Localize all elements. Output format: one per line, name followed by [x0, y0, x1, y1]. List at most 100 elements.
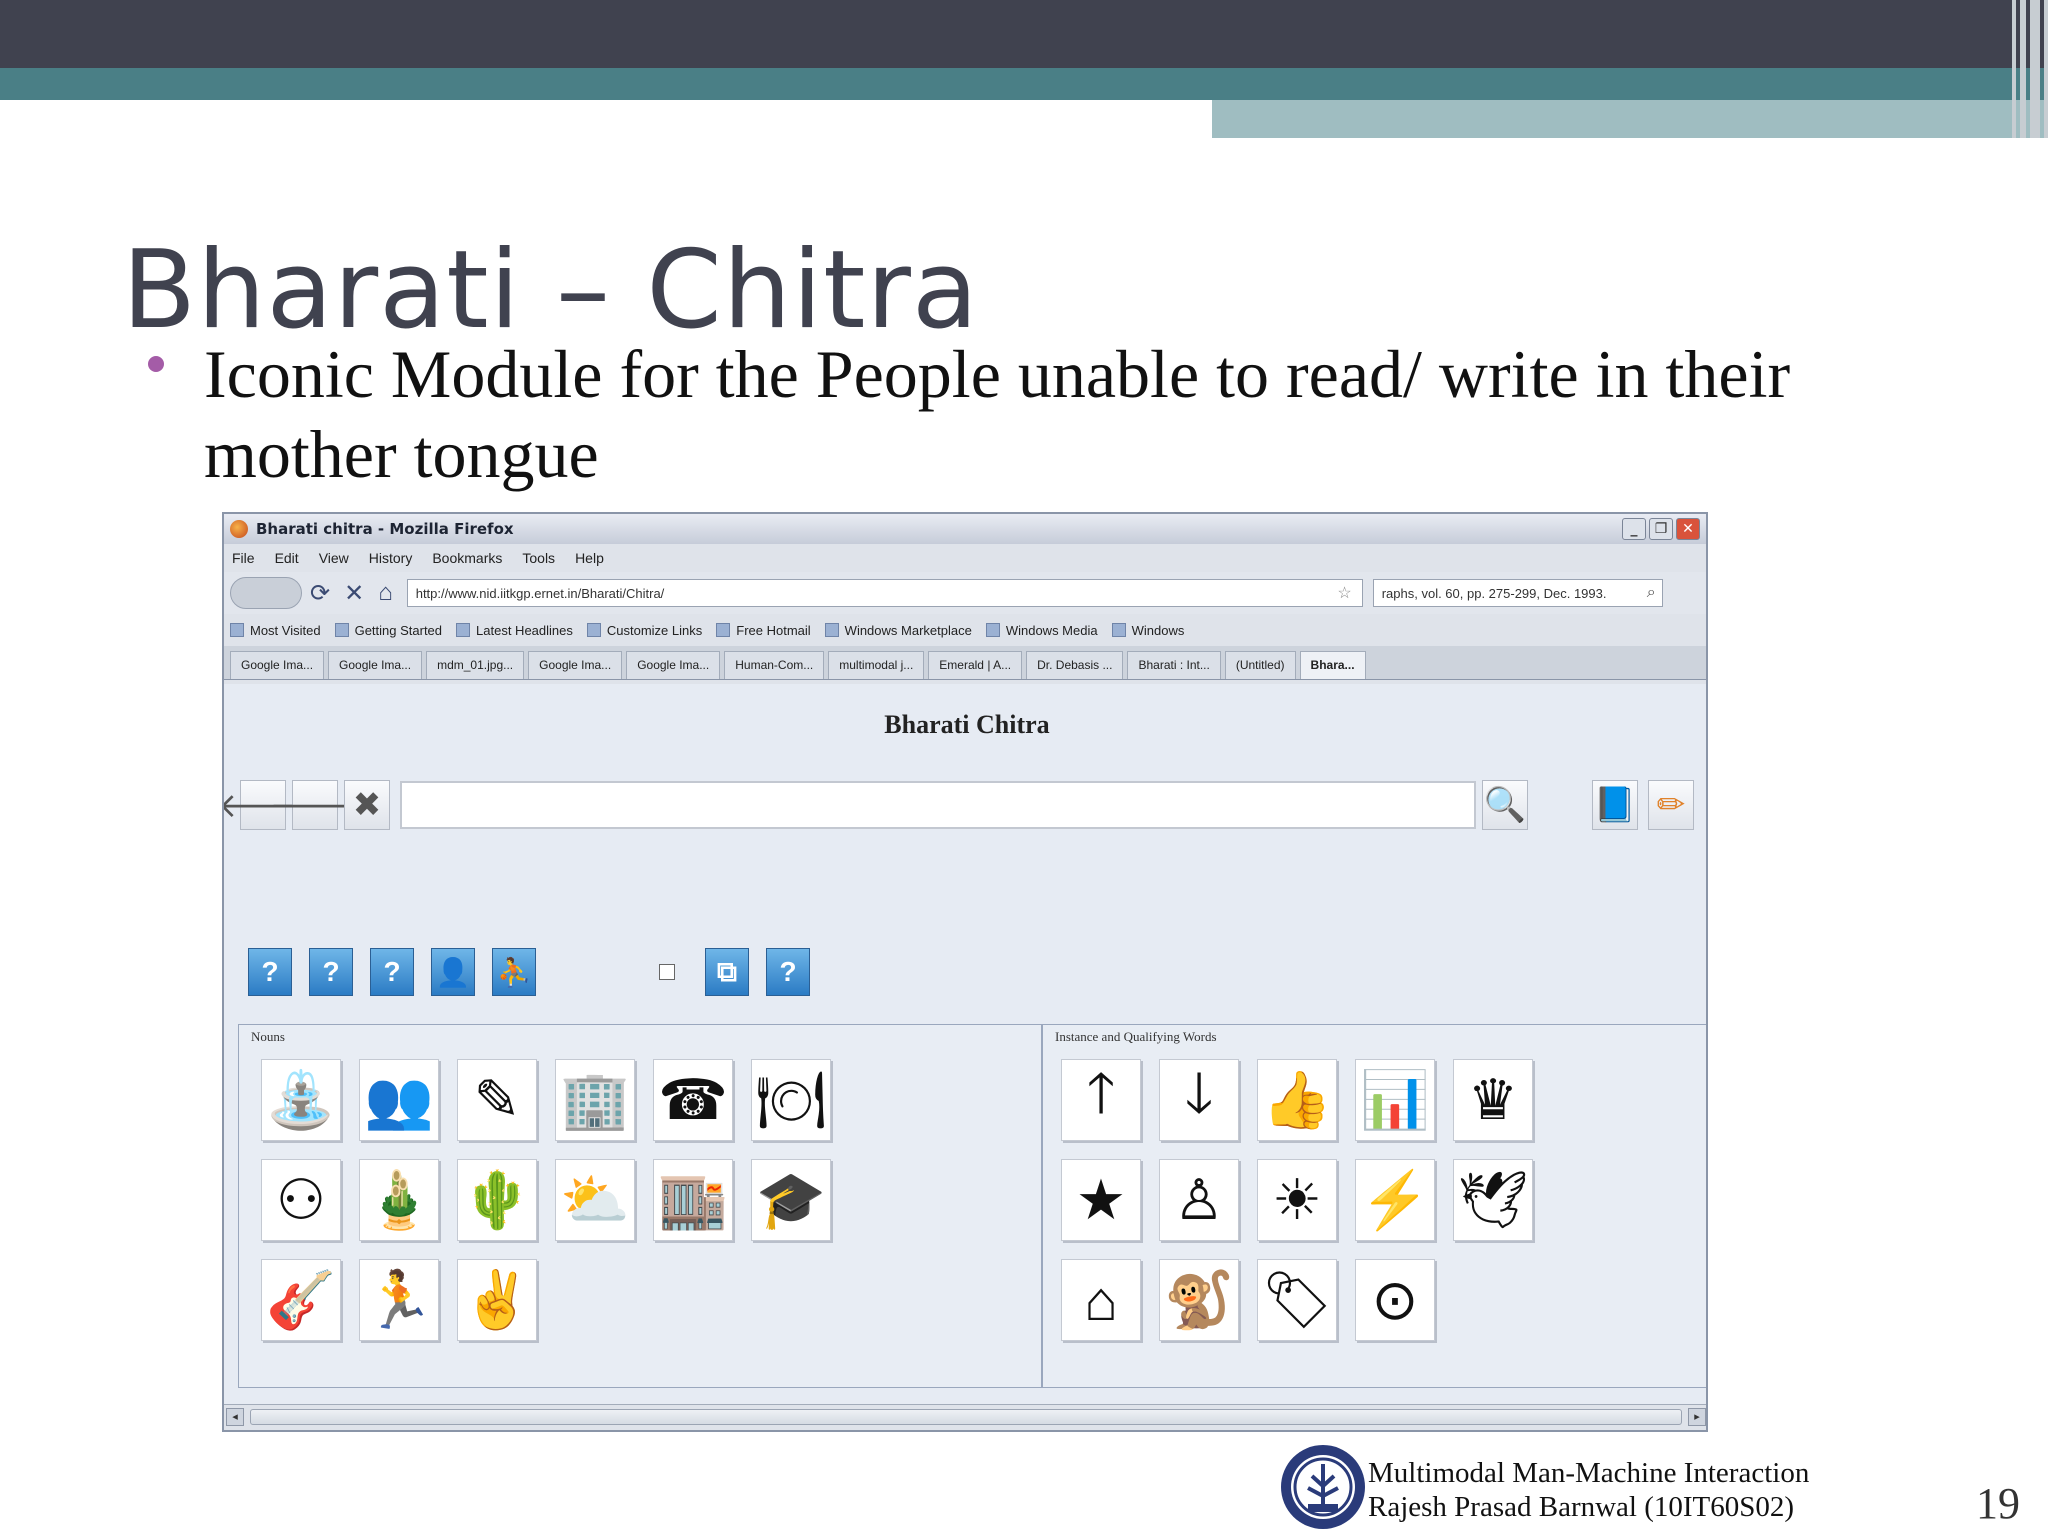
menu-view[interactable]: View — [319, 550, 349, 566]
city-icon[interactable]: 🏬 — [653, 1159, 733, 1241]
bookmark-icon — [1111, 623, 1126, 637]
bird-icon[interactable]: 🕊 — [1453, 1159, 1533, 1241]
message-input[interactable] — [400, 781, 1476, 829]
people-icon[interactable]: 👥 — [359, 1059, 439, 1141]
url-bar[interactable]: http://www.nid.iitkgp.ernet.in/Bharati/C… — [406, 579, 1363, 607]
bookmark-label: Windows — [1131, 622, 1185, 638]
map-category-icon[interactable]: ? — [309, 948, 353, 996]
browser-tab[interactable]: Google Ima... — [528, 651, 623, 679]
reload-icon[interactable]: ⟳ — [310, 579, 330, 608]
worship-icon[interactable]: 🎍 — [359, 1159, 439, 1241]
building-icon[interactable]: 🏢 — [555, 1059, 635, 1141]
bookmark-item[interactable]: Windows — [1111, 622, 1185, 638]
search-button[interactable]: 🔍 — [1482, 780, 1528, 830]
bookmark-star-icon[interactable]: ☆ — [1337, 583, 1351, 603]
browser-tab[interactable]: multimodal j... — [828, 651, 925, 679]
menu-history[interactable]: History — [369, 550, 413, 566]
music-icon[interactable]: 🎸 — [261, 1259, 341, 1341]
clear-button[interactable]: ✖ — [344, 780, 390, 830]
slide-accent-light — [1212, 100, 2048, 138]
bookmark-item[interactable]: Windows Media — [985, 623, 1098, 638]
close-button[interactable]: ✕ — [1676, 518, 1700, 540]
browser-tab[interactable]: Human-Com... — [724, 651, 825, 679]
desert-icon[interactable]: 🌵 — [457, 1159, 537, 1241]
help-category-icon[interactable]: ? — [248, 948, 292, 996]
gesture-icon[interactable]: ✌ — [457, 1259, 537, 1341]
bookmark-item[interactable]: Most Visited — [230, 623, 321, 638]
writing-icon[interactable]: ✎ — [457, 1059, 537, 1141]
window-controls: _ ❐ ✕ — [1619, 518, 1700, 540]
menu-tools[interactable]: Tools — [522, 550, 555, 566]
minimize-button[interactable]: _ — [1622, 518, 1646, 540]
scroll-thumb[interactable] — [250, 1409, 1682, 1425]
bookmark-item[interactable]: Windows Marketplace — [824, 623, 972, 638]
menu-file[interactable]: File — [232, 550, 255, 566]
page-content: Bharati Chitra 🡐 🡒 ✖ 🔍 📘 ✏ ? ? ? 👤 ⛹ ⧉ ?… — [224, 684, 1706, 1404]
home-icon[interactable]: ⌂ — [378, 579, 393, 607]
statue-icon[interactable]: ♙ — [1159, 1159, 1239, 1241]
network-category-icon[interactable]: ⧉ — [705, 948, 749, 996]
scroll-left-icon[interactable]: ◂ — [226, 1408, 244, 1426]
back-forward-button[interactable] — [230, 577, 302, 609]
browser-tab[interactable]: Google Ima... — [626, 651, 721, 679]
tag-icon[interactable]: 🏷 — [1257, 1259, 1337, 1341]
education-icon[interactable]: 🎓 — [751, 1159, 831, 1241]
weather-icon[interactable]: ⛅ — [555, 1159, 635, 1241]
arrow-up-icon[interactable]: 🡑 — [1061, 1059, 1141, 1141]
bookmark-item[interactable]: Latest Headlines — [456, 623, 573, 638]
browser-tab[interactable]: Bharati : Int... — [1127, 651, 1221, 679]
time-category-icon[interactable]: ? — [370, 948, 414, 996]
solar-panel-icon[interactable]: ⚡ — [1355, 1159, 1435, 1241]
star-icon[interactable]: ★ — [1061, 1159, 1141, 1241]
option-checkbox[interactable] — [659, 964, 675, 980]
bookmark-icon — [586, 623, 601, 637]
bar-chart-icon[interactable]: 📊 — [1355, 1059, 1435, 1141]
qualifiers-label: Instance and Qualifying Words — [1055, 1029, 1217, 1044]
maximize-button[interactable]: ❐ — [1649, 518, 1673, 540]
menu-help[interactable]: Help — [575, 550, 604, 566]
firefox-icon — [230, 520, 248, 538]
bookmark-item[interactable]: Getting Started — [334, 623, 442, 638]
arrow-down-icon[interactable]: 🡓 — [1159, 1059, 1239, 1141]
person-category-icon[interactable]: 👤 — [431, 948, 475, 996]
search-text: raphs, vol. 60, pp. 275-299, Dec. 1993. — [1381, 585, 1607, 601]
browser-tab[interactable]: Google Ima... — [230, 651, 325, 679]
browser-tab-active[interactable]: Bhara... — [1299, 651, 1366, 679]
telephone-icon[interactable]: ☎ — [653, 1059, 733, 1141]
search-icon[interactable]: ⌕ — [1647, 584, 1656, 602]
browser-tab[interactable]: Emerald | A... — [928, 651, 1023, 679]
menu-edit[interactable]: Edit — [275, 550, 299, 566]
horizontal-scrollbar[interactable]: ◂ ▸ — [224, 1404, 1706, 1430]
bookmark-item[interactable]: Free Hotmail — [716, 623, 811, 638]
action-category-icon[interactable]: ⛹ — [492, 948, 536, 996]
browser-tab[interactable]: Google Ima... — [328, 651, 423, 679]
browser-tab[interactable]: Dr. Debasis ... — [1026, 651, 1124, 679]
footer-author: Rajesh Prasad Barnwal (10IT60S02) — [1368, 1491, 1795, 1523]
bookmark-icon — [824, 623, 839, 637]
forward-arrow-button[interactable]: 🡒 — [269, 780, 361, 830]
monkey-icon[interactable]: 🐒 — [1159, 1259, 1239, 1341]
bookmark-item[interactable]: Customize Links — [586, 623, 702, 638]
nouns-grid: ⛲ 👥 ✎ 🏢 ☎ 🍽 ⚇ 🎍 🌵 ⛅ 🏬 🎓 🎸 🏃 ✌ — [261, 1059, 831, 1341]
browser-tab[interactable]: (Untitled) — [1224, 651, 1296, 679]
pencil-button[interactable]: ✏ — [1648, 780, 1694, 830]
fountain-icon[interactable]: ⛲ — [261, 1059, 341, 1141]
browser-titlebar: Bharati chitra - Mozilla Firefox _ ❐ ✕ — [224, 514, 1706, 544]
search-bar[interactable]: raphs, vol. 60, pp. 275-299, Dec. 1993. … — [1372, 579, 1663, 607]
crown-icon[interactable]: ♛ — [1453, 1059, 1533, 1141]
sports-icon[interactable]: 🏃 — [359, 1259, 439, 1341]
menu-bar: File Edit View History Bookmarks Tools H… — [224, 544, 1706, 572]
scroll-right-icon[interactable]: ▸ — [1688, 1408, 1706, 1426]
religion-icon[interactable]: ⚇ — [261, 1159, 341, 1241]
network-icon[interactable]: ⊙ — [1355, 1259, 1435, 1341]
sun-icon[interactable]: ☀ — [1257, 1159, 1337, 1241]
house-icon[interactable]: ⌂ — [1061, 1259, 1141, 1341]
thumbs-up-icon[interactable]: 👍 — [1257, 1059, 1337, 1141]
browser-window: Bharati chitra - Mozilla Firefox _ ❐ ✕ F… — [222, 512, 1708, 1432]
help-icon[interactable]: ? — [766, 948, 810, 996]
stop-icon[interactable]: ✕ — [344, 579, 364, 608]
menu-bookmarks[interactable]: Bookmarks — [432, 550, 502, 566]
book-button[interactable]: 📘 — [1592, 780, 1638, 830]
browser-tab[interactable]: mdm_01.jpg... — [426, 651, 525, 679]
food-icon[interactable]: 🍽 — [751, 1059, 831, 1141]
